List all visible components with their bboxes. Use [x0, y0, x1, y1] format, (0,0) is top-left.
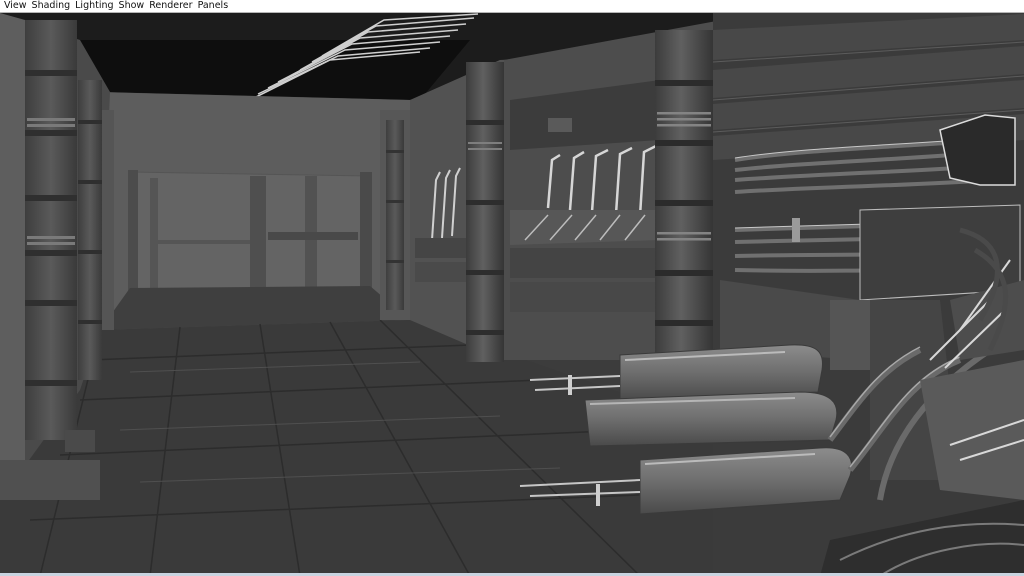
modeling-viewport-window: View Shading Lighting Show Renderer Pane…	[0, 0, 1024, 576]
menu-panels[interactable]: Panels	[197, 0, 233, 12]
menu-view[interactable]: View	[3, 0, 31, 12]
back-wall	[100, 92, 410, 330]
menu-show[interactable]: Show	[118, 0, 149, 12]
menu-renderer[interactable]: Renderer	[148, 0, 196, 12]
3d-viewport[interactable]	[0, 13, 1024, 576]
panel-menu-bar: View Shading Lighting Show Renderer Pane…	[0, 0, 1024, 13]
menu-lighting[interactable]: Lighting	[74, 0, 117, 12]
scene-render	[0, 13, 1024, 576]
menu-shading[interactable]: Shading	[31, 0, 75, 12]
